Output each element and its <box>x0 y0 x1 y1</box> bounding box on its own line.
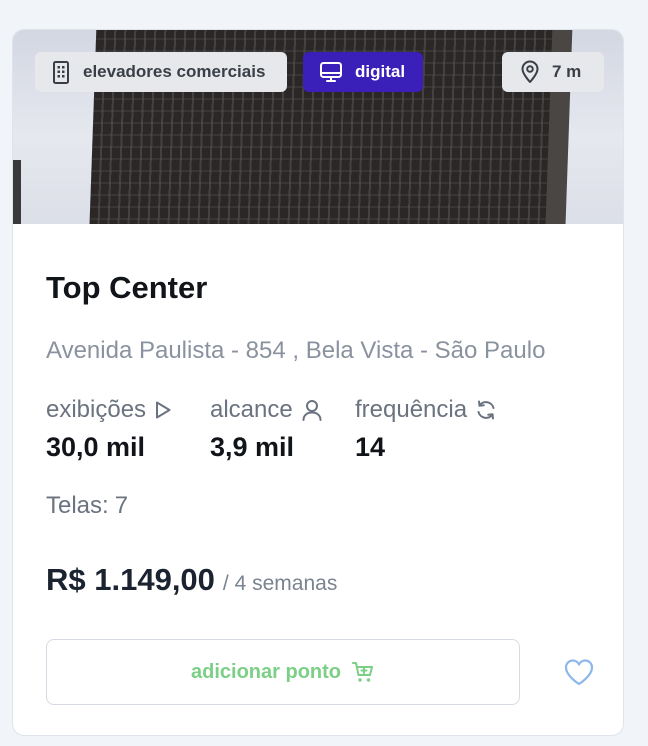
price-block: R$ 1.149,00 / 4 semanas <box>46 562 337 598</box>
screens-value: 7 <box>114 492 129 519</box>
refresh-icon <box>477 400 495 420</box>
metric-impressions: exibições 30,0 mil <box>46 396 172 463</box>
price-period: / 4 semanas <box>222 572 338 595</box>
venue-type-badge: elevadores comerciais <box>35 52 287 92</box>
location-title: Top Center <box>46 270 208 305</box>
user-icon <box>302 400 322 421</box>
impressions-value: 30,0 mil <box>46 432 146 462</box>
location-card[interactable]: elevadores comerciais digital 7 m Top Ce… <box>12 29 624 736</box>
impressions-label: exibições <box>46 396 147 423</box>
metric-frequency: frequência 14 <box>355 396 497 463</box>
add-point-label: adicionar ponto <box>191 660 341 683</box>
location-pin-icon <box>521 60 539 83</box>
frequency-value: 14 <box>355 432 386 462</box>
reach-value: 3,9 mil <box>210 432 295 462</box>
venue-type-label: elevadores comerciais <box>83 62 266 81</box>
monitor-icon <box>320 62 342 82</box>
distance-label: 7 m <box>552 62 582 81</box>
distance-badge: 7 m <box>502 52 604 92</box>
location-photo: elevadores comerciais digital 7 m <box>13 30 623 224</box>
cart-icon <box>352 662 373 682</box>
building-icon <box>53 61 69 84</box>
add-point-button[interactable]: adicionar ponto <box>46 639 520 705</box>
screens-count: Telas: 7 <box>46 492 128 520</box>
screens-label: Telas: <box>46 492 109 519</box>
location-address: Avenida Paulista - 854 , Bela Vista - Sã… <box>46 337 546 364</box>
price-amount: R$ 1.149,00 <box>46 562 215 597</box>
digital-badge: digital <box>303 52 423 92</box>
digital-label: digital <box>355 62 406 81</box>
metric-reach: alcance 3,9 mil <box>210 396 323 463</box>
heart-icon <box>564 659 594 686</box>
reach-label: alcance <box>210 396 293 423</box>
photo-edge <box>13 160 21 224</box>
frequency-label: frequência <box>355 396 468 423</box>
favorite-button[interactable] <box>563 657 595 687</box>
play-icon <box>156 401 171 419</box>
